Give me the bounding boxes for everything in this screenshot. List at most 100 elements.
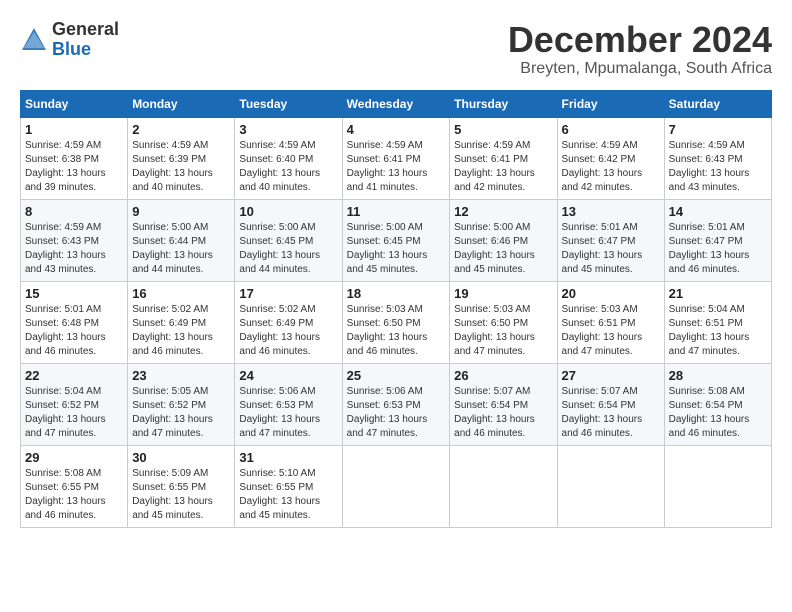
- day-number: 14: [669, 204, 767, 219]
- calendar-cell: 14 Sunrise: 5:01 AMSunset: 6:47 PMDayligh…: [664, 199, 771, 281]
- calendar-cell: 26 Sunrise: 5:07 AMSunset: 6:54 PMDayligh…: [450, 363, 557, 445]
- day-info: Sunrise: 5:05 AMSunset: 6:52 PMDaylight:…: [132, 385, 230, 441]
- day-info: Sunrise: 5:02 AMSunset: 6:49 PMDaylight:…: [239, 303, 337, 359]
- calendar-cell: 6Sunrise: 4:59 AMSunset: 6:42 PMDaylight…: [557, 117, 664, 199]
- day-number: 13: [562, 204, 660, 219]
- day-number: 28: [669, 368, 767, 383]
- calendar-cell: 29 Sunrise: 5:08 AMSunset: 6:55 PMDayligh…: [21, 445, 128, 527]
- day-number: 10: [239, 204, 337, 219]
- day-number: 5: [454, 122, 552, 137]
- calendar-cell: 3Sunrise: 4:59 AMSunset: 6:40 PMDaylight…: [235, 117, 342, 199]
- calendar-header: Sunday Monday Tuesday Wednesday Thursday…: [21, 90, 772, 117]
- day-number: 16: [132, 286, 230, 301]
- calendar-cell: 7Sunrise: 4:59 AMSunset: 6:43 PMDaylight…: [664, 117, 771, 199]
- day-info: Sunrise: 4:59 AMSunset: 6:41 PMDaylight:…: [454, 139, 552, 195]
- day-number: 3: [239, 122, 337, 137]
- day-number: 2: [132, 122, 230, 137]
- day-info: Sunrise: 5:00 AMSunset: 6:46 PMDaylight:…: [454, 221, 552, 277]
- calendar-cell: 9 Sunrise: 5:00 AMSunset: 6:44 PMDaylight…: [128, 199, 235, 281]
- logo-icon: [20, 26, 48, 54]
- calendar-cell: 4Sunrise: 4:59 AMSunset: 6:41 PMDaylight…: [342, 117, 450, 199]
- day-number: 1: [25, 122, 123, 137]
- day-number: 23: [132, 368, 230, 383]
- col-friday: Friday: [557, 90, 664, 117]
- calendar-cell: 13 Sunrise: 5:01 AMSunset: 6:47 PMDayligh…: [557, 199, 664, 281]
- calendar-cell: [450, 445, 557, 527]
- calendar-body: 1 Sunrise: 4:59 AMSunset: 6:38 PMDaylight…: [21, 117, 772, 527]
- col-wednesday: Wednesday: [342, 90, 450, 117]
- day-number: 27: [562, 368, 660, 383]
- day-info: Sunrise: 5:08 AMSunset: 6:55 PMDaylight:…: [25, 467, 123, 523]
- day-info: Sunrise: 5:00 AMSunset: 6:44 PMDaylight:…: [132, 221, 230, 277]
- day-number: 8: [25, 204, 123, 219]
- day-info: Sunrise: 5:04 AMSunset: 6:51 PMDaylight:…: [669, 303, 767, 359]
- day-number: 30: [132, 450, 230, 465]
- calendar-cell: 2Sunrise: 4:59 AMSunset: 6:39 PMDaylight…: [128, 117, 235, 199]
- day-info: Sunrise: 4:59 AMSunset: 6:38 PMDaylight:…: [25, 139, 123, 195]
- logo: General Blue: [20, 20, 119, 60]
- day-info: Sunrise: 5:09 AMSunset: 6:55 PMDaylight:…: [132, 467, 230, 523]
- col-sunday: Sunday: [21, 90, 128, 117]
- day-info: Sunrise: 5:04 AMSunset: 6:52 PMDaylight:…: [25, 385, 123, 441]
- day-number: 22: [25, 368, 123, 383]
- day-number: 19: [454, 286, 552, 301]
- day-info: Sunrise: 5:03 AMSunset: 6:51 PMDaylight:…: [562, 303, 660, 359]
- calendar-cell: [664, 445, 771, 527]
- day-info: Sunrise: 5:00 AMSunset: 6:45 PMDaylight:…: [347, 221, 446, 277]
- logo-blue: Blue: [52, 40, 119, 60]
- calendar-cell: 28Sunrise: 5:08 AMSunset: 6:54 PMDayligh…: [664, 363, 771, 445]
- day-info: Sunrise: 4:59 AMSunset: 6:43 PMDaylight:…: [25, 221, 123, 277]
- day-number: 11: [347, 204, 446, 219]
- calendar-cell: 8 Sunrise: 4:59 AMSunset: 6:43 PMDaylight…: [21, 199, 128, 281]
- day-number: 7: [669, 122, 767, 137]
- week-row-3: 15Sunrise: 5:01 AMSunset: 6:48 PMDayligh…: [21, 281, 772, 363]
- week-row-1: 1 Sunrise: 4:59 AMSunset: 6:38 PMDaylight…: [21, 117, 772, 199]
- col-thursday: Thursday: [450, 90, 557, 117]
- day-info: Sunrise: 5:01 AMSunset: 6:48 PMDaylight:…: [25, 303, 123, 359]
- day-number: 4: [347, 122, 446, 137]
- calendar-cell: 11 Sunrise: 5:00 AMSunset: 6:45 PMDayligh…: [342, 199, 450, 281]
- calendar-cell: 17Sunrise: 5:02 AMSunset: 6:49 PMDayligh…: [235, 281, 342, 363]
- week-row-4: 22 Sunrise: 5:04 AMSunset: 6:52 PMDayligh…: [21, 363, 772, 445]
- logo-general: General: [52, 20, 119, 40]
- day-number: 20: [562, 286, 660, 301]
- calendar-table: Sunday Monday Tuesday Wednesday Thursday…: [20, 90, 772, 528]
- header-row: Sunday Monday Tuesday Wednesday Thursday…: [21, 90, 772, 117]
- calendar-cell: 18Sunrise: 5:03 AMSunset: 6:50 PMDayligh…: [342, 281, 450, 363]
- calendar-cell: 15Sunrise: 5:01 AMSunset: 6:48 PMDayligh…: [21, 281, 128, 363]
- day-number: 25: [347, 368, 446, 383]
- day-number: 6: [562, 122, 660, 137]
- calendar-cell: 31Sunrise: 5:10 AMSunset: 6:55 PMDayligh…: [235, 445, 342, 527]
- calendar-cell: [557, 445, 664, 527]
- week-row-5: 29 Sunrise: 5:08 AMSunset: 6:55 PMDayligh…: [21, 445, 772, 527]
- day-number: 24: [239, 368, 337, 383]
- day-number: 18: [347, 286, 446, 301]
- day-number: 26: [454, 368, 552, 383]
- calendar-cell: 20 Sunrise: 5:03 AMSunset: 6:51 PMDayligh…: [557, 281, 664, 363]
- day-info: Sunrise: 5:00 AMSunset: 6:45 PMDaylight:…: [239, 221, 337, 277]
- logo-text: General Blue: [52, 20, 119, 60]
- day-info: Sunrise: 5:01 AMSunset: 6:47 PMDaylight:…: [669, 221, 767, 277]
- calendar-cell: 1 Sunrise: 4:59 AMSunset: 6:38 PMDaylight…: [21, 117, 128, 199]
- calendar-cell: 5 Sunrise: 4:59 AMSunset: 6:41 PMDaylight…: [450, 117, 557, 199]
- calendar-cell: 12 Sunrise: 5:00 AMSunset: 6:46 PMDayligh…: [450, 199, 557, 281]
- day-info: Sunrise: 5:07 AMSunset: 6:54 PMDaylight:…: [454, 385, 552, 441]
- day-info: Sunrise: 5:10 AMSunset: 6:55 PMDaylight:…: [239, 467, 337, 523]
- day-number: 29: [25, 450, 123, 465]
- calendar-cell: 21Sunrise: 5:04 AMSunset: 6:51 PMDayligh…: [664, 281, 771, 363]
- col-tuesday: Tuesday: [235, 90, 342, 117]
- main-title: December 2024: [508, 20, 772, 60]
- day-info: Sunrise: 5:01 AMSunset: 6:47 PMDaylight:…: [562, 221, 660, 277]
- day-number: 9: [132, 204, 230, 219]
- day-number: 12: [454, 204, 552, 219]
- calendar-cell: 19Sunrise: 5:03 AMSunset: 6:50 PMDayligh…: [450, 281, 557, 363]
- calendar-cell: 22 Sunrise: 5:04 AMSunset: 6:52 PMDayligh…: [21, 363, 128, 445]
- calendar-cell: 25Sunrise: 5:06 AMSunset: 6:53 PMDayligh…: [342, 363, 450, 445]
- day-info: Sunrise: 5:07 AMSunset: 6:54 PMDaylight:…: [562, 385, 660, 441]
- calendar-cell: 10 Sunrise: 5:00 AMSunset: 6:45 PMDayligh…: [235, 199, 342, 281]
- calendar-cell: 23 Sunrise: 5:05 AMSunset: 6:52 PMDayligh…: [128, 363, 235, 445]
- col-saturday: Saturday: [664, 90, 771, 117]
- calendar-cell: 24Sunrise: 5:06 AMSunset: 6:53 PMDayligh…: [235, 363, 342, 445]
- week-row-2: 8 Sunrise: 4:59 AMSunset: 6:43 PMDaylight…: [21, 199, 772, 281]
- calendar-cell: 16Sunrise: 5:02 AMSunset: 6:49 PMDayligh…: [128, 281, 235, 363]
